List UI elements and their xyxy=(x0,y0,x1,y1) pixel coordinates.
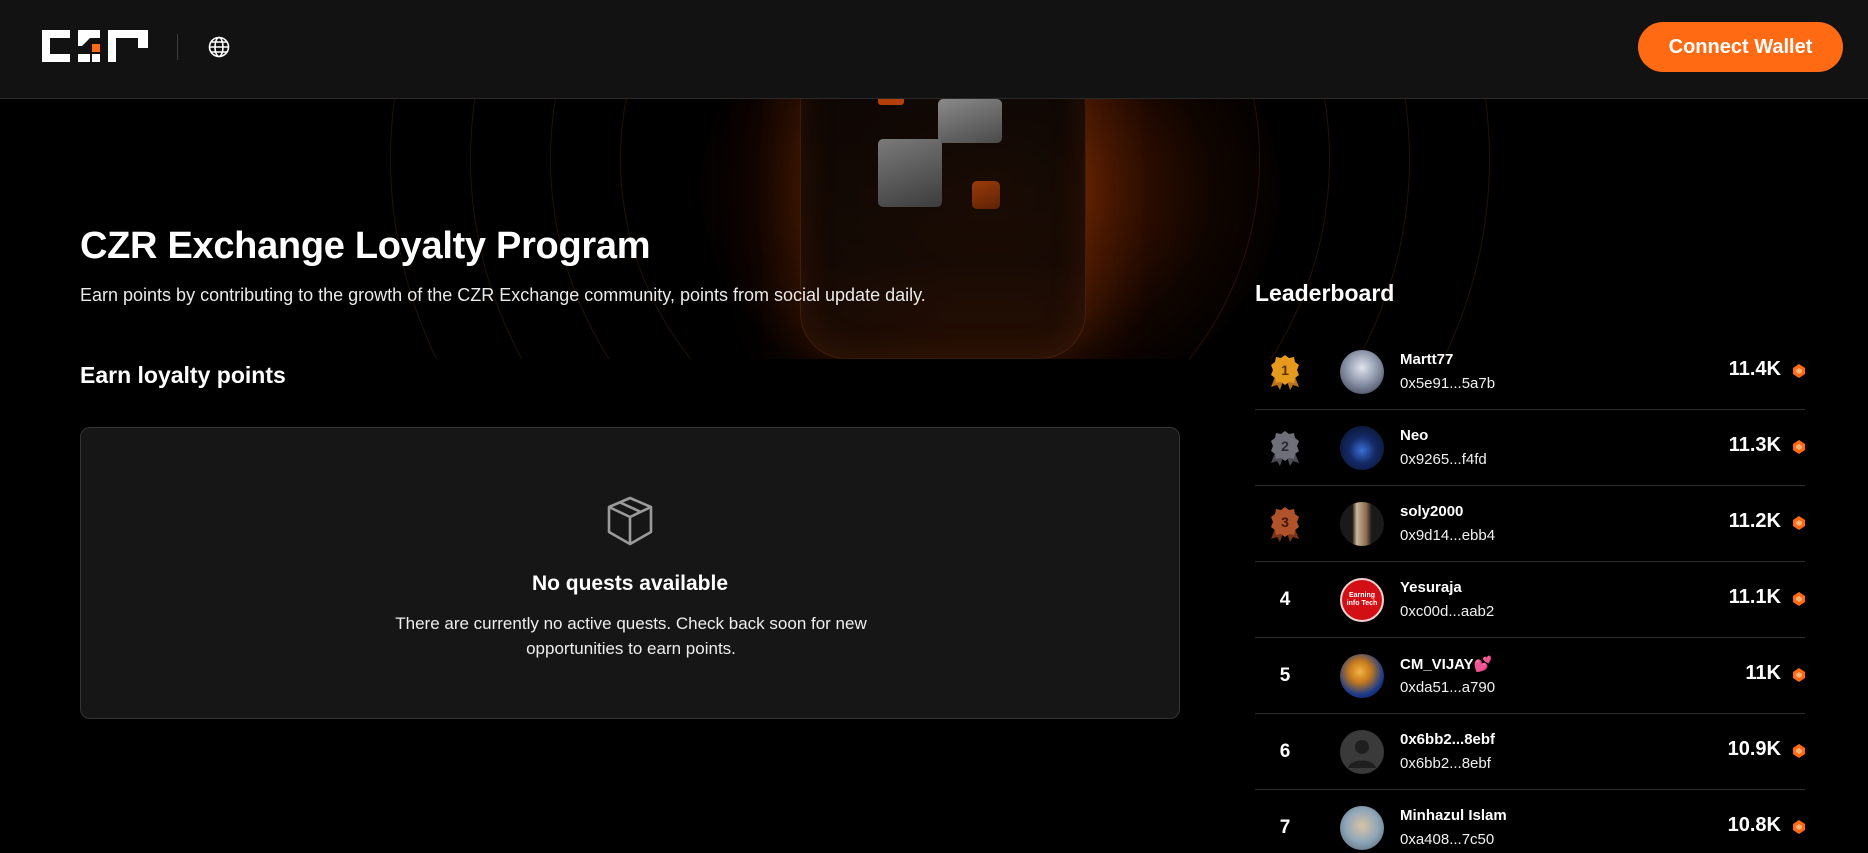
points-value: 11.4K xyxy=(1728,358,1781,380)
leaderboard-row[interactable]: 4 Earning info Tech Yesuraja 0xc00d...aa… xyxy=(1255,562,1805,638)
user-name: Yesuraja xyxy=(1400,579,1462,596)
leaderboard-list: 1 Martt77 0x5e91...5a7b 11.4K 2 Neo 0x92… xyxy=(1255,334,1805,853)
coin-icon xyxy=(1793,592,1805,606)
czr-logo[interactable] xyxy=(42,30,148,62)
user-name: Minhazul Islam xyxy=(1400,807,1507,824)
gold-medal-icon: 1 xyxy=(1271,355,1299,390)
hero-logo-plate xyxy=(800,99,1086,359)
avatar xyxy=(1340,654,1384,698)
leaderboard-row[interactable]: 5 CM_VIJAY💕 0xda51...a790 11K xyxy=(1255,638,1805,714)
avatar xyxy=(1340,350,1384,394)
user-name: Martt77 xyxy=(1400,351,1454,368)
avatar-text: Earning info Tech xyxy=(1346,592,1378,607)
hero-ring xyxy=(620,99,1260,359)
points-value: 11.2K xyxy=(1728,510,1781,532)
avatar xyxy=(1340,426,1384,470)
header-divider xyxy=(177,34,178,60)
svg-text:1: 1 xyxy=(1281,362,1289,378)
wallet-address: 0x9d14...ebb4 xyxy=(1400,527,1496,544)
rank-medal: 2 xyxy=(1255,410,1315,486)
rank-number: 4 xyxy=(1279,589,1291,610)
avatar xyxy=(1340,806,1384,850)
wallet-address: 0x6bb2...8ebf xyxy=(1400,755,1491,772)
bronze-medal-icon: 3 xyxy=(1271,507,1299,542)
wallet-address: 0xa408...7c50 xyxy=(1400,831,1495,848)
rank-number: 7 xyxy=(1279,817,1291,838)
avatar: Earning info Tech xyxy=(1340,578,1384,622)
wallet-address: 0x9265...f4fd xyxy=(1400,451,1487,468)
leaderboard-row[interactable]: 7 Minhazul Islam 0xa408...7c50 10.8K xyxy=(1255,790,1805,853)
coin-icon xyxy=(1793,364,1805,378)
points-value: 10.8K xyxy=(1727,814,1781,836)
points-value: 11.3K xyxy=(1728,434,1781,456)
leaderboard-row[interactable]: 3 soly2000 0x9d14...ebb4 11.2K xyxy=(1255,486,1805,562)
user-name: soly2000 xyxy=(1400,503,1464,520)
user-name: Neo xyxy=(1400,427,1429,444)
leaderboard-heading: Leaderboard xyxy=(1255,280,1395,306)
hero-cube xyxy=(878,139,942,207)
rank-medal: 3 xyxy=(1255,486,1315,562)
page-title: CZR Exchange Loyalty Program xyxy=(80,225,651,267)
empty-state-title: No quests available xyxy=(531,572,729,595)
hero-ring xyxy=(550,99,1330,359)
earn-points-heading: Earn loyalty points xyxy=(80,362,286,388)
user-placeholder-icon xyxy=(1340,730,1384,774)
rank-number: 5 xyxy=(1279,665,1291,686)
leaderboard-row[interactable]: 1 Martt77 0x5e91...5a7b 11.4K xyxy=(1255,334,1805,410)
leaderboard-row[interactable]: 6 0x6bb2...8ebf 0x6bb2...8ebf 10.9K xyxy=(1255,714,1805,790)
leaderboard-row[interactable]: 2 Neo 0x9265...f4fd 11.3K xyxy=(1255,410,1805,486)
user-name: 0x6bb2...8ebf xyxy=(1400,731,1496,748)
points-value: 11K xyxy=(1745,662,1781,684)
avatar xyxy=(1340,502,1384,546)
rank-medal: 1 xyxy=(1255,334,1315,410)
hero-cube xyxy=(938,99,1002,143)
page-subtitle: Earn points by contributing to the growt… xyxy=(80,285,926,305)
quests-empty-panel: No quests available There are currently … xyxy=(80,427,1180,719)
coin-icon xyxy=(1793,516,1805,530)
points-value: 10.9K xyxy=(1727,738,1781,760)
coin-icon xyxy=(1793,668,1805,682)
coin-icon xyxy=(1793,744,1805,758)
points-value: 11.1K xyxy=(1728,586,1781,608)
wallet-address: 0x5e91...5a7b xyxy=(1400,375,1496,392)
hero-glow xyxy=(700,99,1280,359)
rank-number: 6 xyxy=(1279,741,1291,762)
silver-medal-icon: 2 xyxy=(1271,431,1299,466)
globe-icon[interactable] xyxy=(207,35,231,59)
box-icon xyxy=(603,494,657,548)
user-name: CM_VIJAY💕 xyxy=(1400,656,1493,673)
svg-text:3: 3 xyxy=(1281,514,1289,530)
wallet-address: 0xc00d...aab2 xyxy=(1400,603,1495,620)
connect-wallet-button[interactable]: Connect Wallet xyxy=(1638,22,1843,72)
hero-cube xyxy=(878,99,904,105)
top-nav: Connect Wallet xyxy=(0,0,1868,99)
coin-icon xyxy=(1793,820,1805,834)
coin-icon xyxy=(1793,440,1805,454)
hero-cube xyxy=(972,181,1000,209)
wallet-address: 0xda51...a790 xyxy=(1400,679,1496,696)
czr-logo-icon xyxy=(42,30,148,62)
empty-state-text: There are currently no active quests. Ch… xyxy=(395,614,867,658)
svg-text:2: 2 xyxy=(1281,438,1289,454)
